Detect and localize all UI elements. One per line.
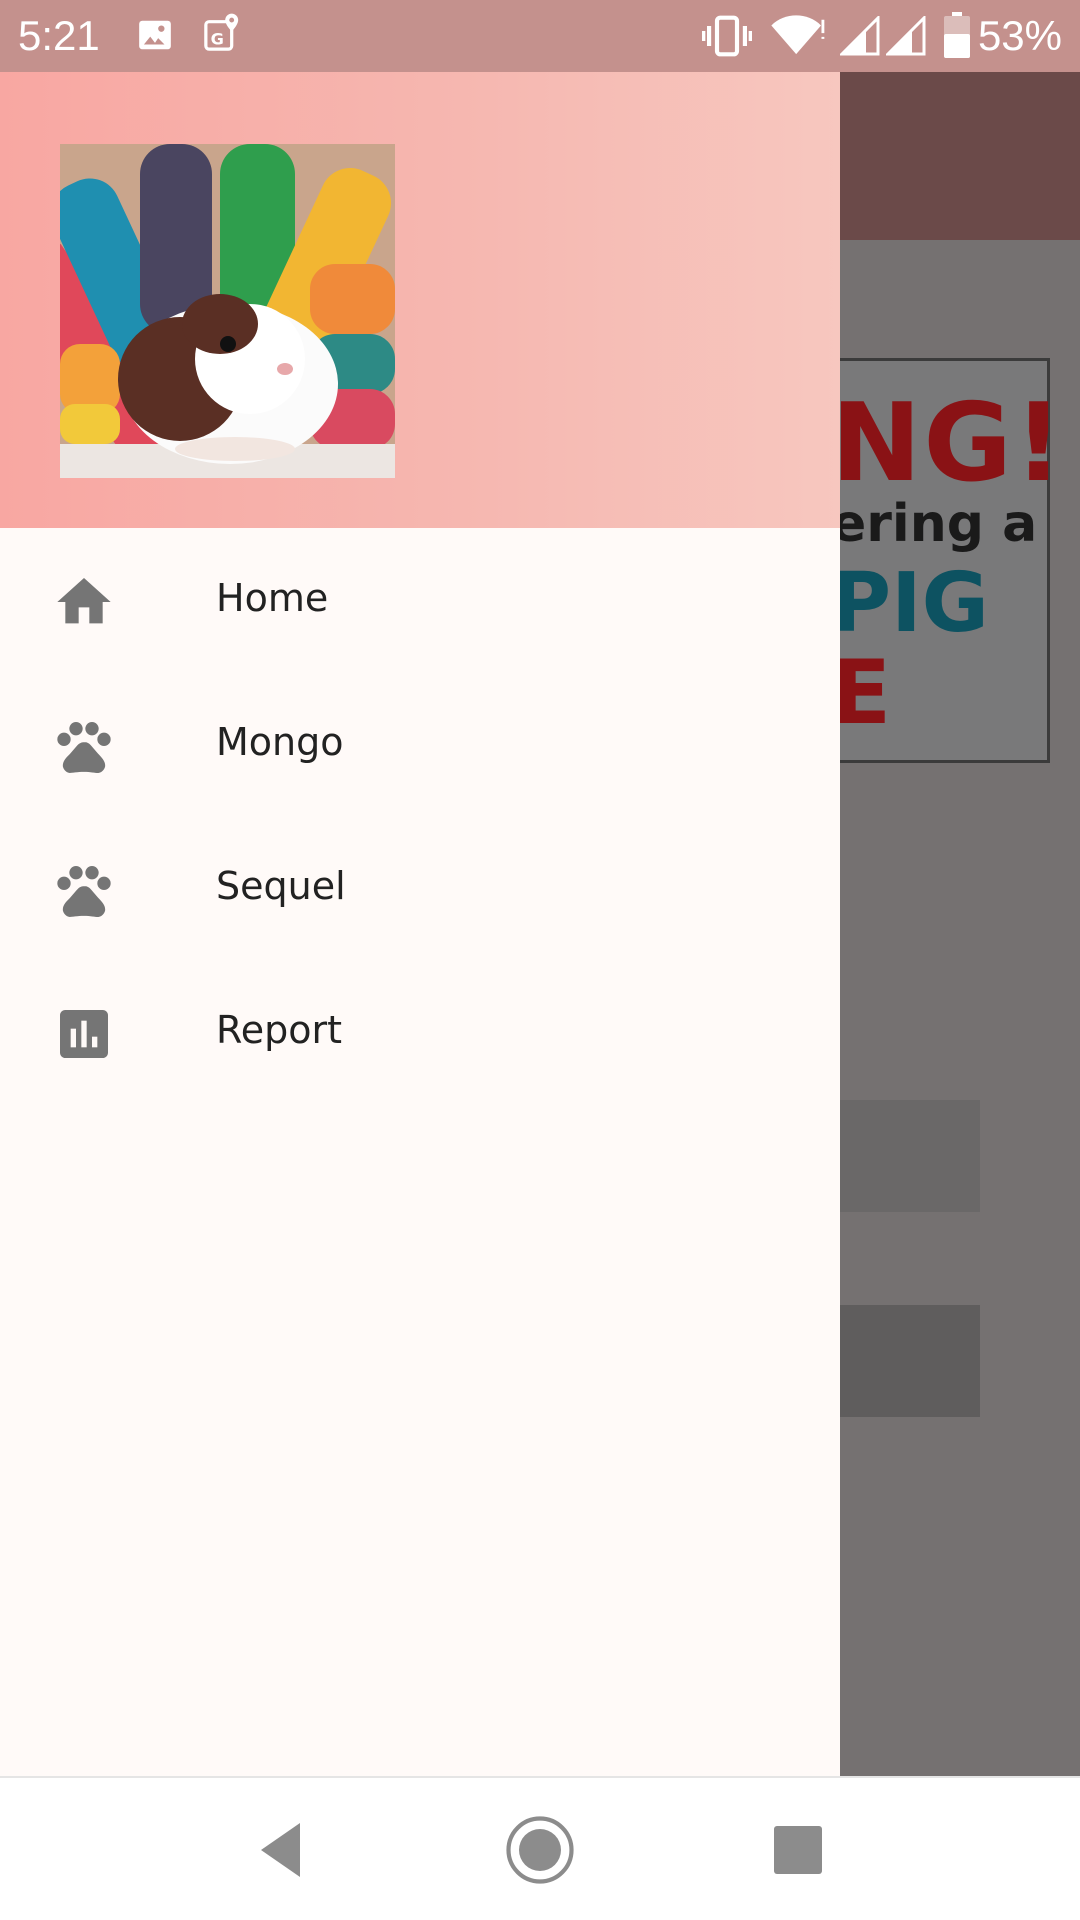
recents-icon[interactable] xyxy=(762,1814,834,1886)
drawer-item-mongo[interactable]: Mongo xyxy=(0,672,840,816)
battery-percent: 53% xyxy=(977,12,1062,59)
drawer-item-report[interactable]: Report xyxy=(0,960,840,1104)
status-time: 5:21 xyxy=(18,12,100,59)
image-notification-icon xyxy=(136,16,174,58)
drawer-menu: Home Mongo Sequel Report xyxy=(0,528,840,1104)
screen: NG! ering a PIG E 5:21 G 53% Home Mongo … xyxy=(0,0,1080,1920)
bar-chart-icon xyxy=(52,1002,116,1066)
home-circle-icon[interactable] xyxy=(504,1814,576,1886)
paw-icon xyxy=(52,714,116,778)
drawer-item-label: Mongo xyxy=(216,720,344,764)
vibrate-icon xyxy=(702,14,752,62)
avatar[interactable] xyxy=(60,144,395,478)
drawer-item-label: Home xyxy=(216,576,329,620)
system-nav-bar xyxy=(0,1776,1080,1920)
drawer-item-sequel[interactable]: Sequel xyxy=(0,816,840,960)
poster-line-3: PIG xyxy=(831,556,989,651)
battery-icon xyxy=(944,12,970,62)
drawer-header xyxy=(0,72,840,528)
drawer-item-home[interactable]: Home xyxy=(0,528,840,672)
svg-text:G: G xyxy=(211,29,224,48)
maps-notification-icon: G xyxy=(202,12,242,58)
navigation-drawer: Home Mongo Sequel Report xyxy=(0,72,840,1776)
wifi-icon xyxy=(770,14,830,60)
drawer-item-label: Report xyxy=(216,1008,342,1052)
guinea-pig-photo xyxy=(60,144,395,478)
signal-sim2-icon xyxy=(884,14,926,60)
back-icon[interactable] xyxy=(246,1814,318,1886)
poster-line-1: NG! xyxy=(831,381,1066,506)
poster-line-4: E xyxy=(831,641,892,744)
paw-icon xyxy=(52,858,116,922)
drawer-item-label: Sequel xyxy=(216,864,346,908)
poster-line-2: ering a xyxy=(831,494,1038,554)
signal-sim1-icon xyxy=(838,14,880,60)
status-bar: 5:21 G 53% xyxy=(0,0,1080,72)
home-icon xyxy=(52,570,116,634)
